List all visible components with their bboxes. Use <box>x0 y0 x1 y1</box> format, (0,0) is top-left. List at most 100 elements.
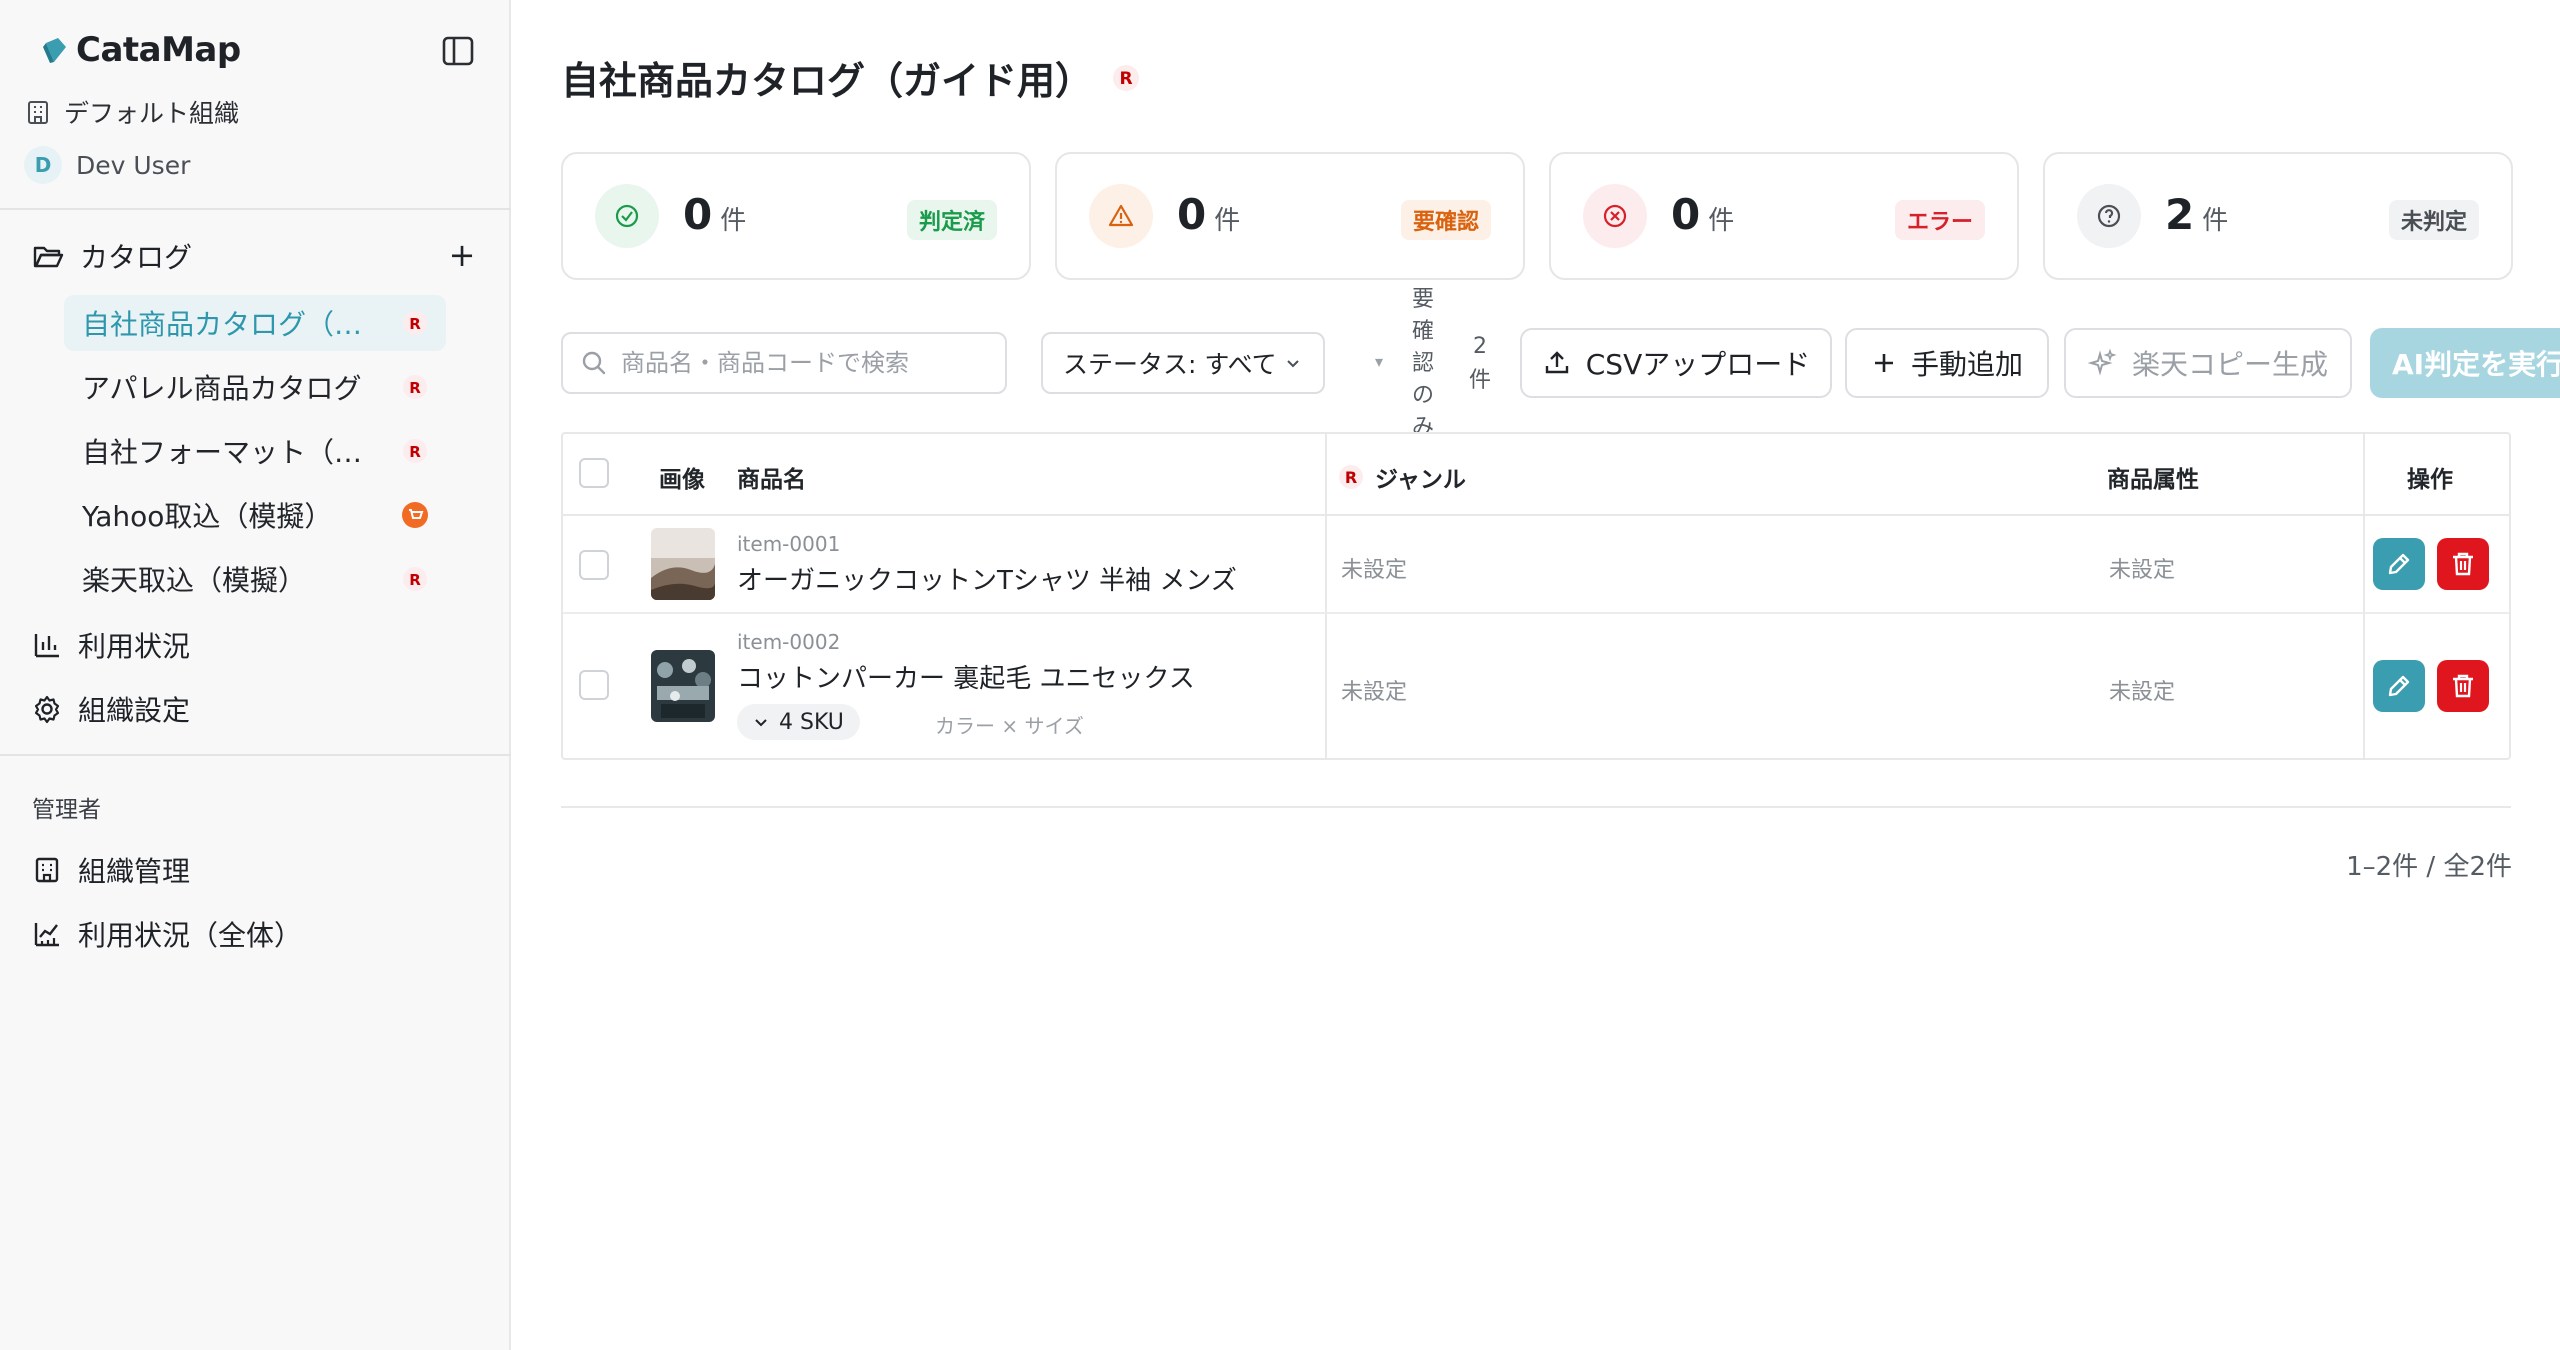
svg-text:R: R <box>1345 468 1357 487</box>
page-title-text: 自社商品カタログ（ガイド用） <box>561 59 1094 103</box>
org-switcher[interactable]: デフォルト組織 <box>24 94 239 130</box>
rakuten-badge-icon: R <box>1339 465 1363 489</box>
stat-count-value: 0 <box>1671 190 1701 239</box>
catamap-logo-icon <box>43 38 66 63</box>
th-name[interactable]: 商品名 <box>737 460 806 494</box>
brand[interactable]: CataMap <box>40 30 241 70</box>
svg-text:R: R <box>409 443 421 461</box>
table-row[interactable]: item-0002 コットンパーカー 裏起毛 ユニセックス 4 SKU カラー … <box>563 614 2509 760</box>
bar-chart-icon <box>34 634 59 658</box>
stat-unit: 件 <box>720 206 747 236</box>
needs-review-only-label[interactable]: 要確認のみ <box>1405 284 1441 434</box>
sku-expand-toggle[interactable]: 4 SKU <box>737 704 860 740</box>
nav-usage[interactable]: 利用状況 <box>32 625 190 665</box>
attributes-value: 未設定 <box>2109 680 2176 705</box>
sidebar-divider <box>0 208 511 210</box>
status-badge: 未判定 <box>2388 200 2479 240</box>
sidebar: CataMap デフォルト組織 D Dev User カタログ + 自社商品カタ… <box>0 0 511 1350</box>
stat-unit: 件 <box>1708 206 1735 236</box>
rakuten-copy-button[interactable]: 楽天コピー生成 <box>2064 328 2352 398</box>
delete-button[interactable] <box>2437 538 2489 590</box>
product-thumbnail <box>651 650 715 722</box>
th-genre-label: ジャンル <box>1375 467 1466 493</box>
question-circle-icon <box>2077 184 2141 248</box>
attributes-value: 未設定 <box>2109 558 2176 583</box>
stat-unit: 件 <box>1214 206 1241 236</box>
product-image-icon <box>651 528 715 600</box>
catalog-label: 楽天取込（模擬） <box>82 564 307 597</box>
select-all-checkbox[interactable] <box>579 458 609 488</box>
pencil-icon <box>2388 553 2410 575</box>
item-code: item-0002 <box>737 630 841 654</box>
sidebar-catalog-item[interactable]: Yahoo取込（模擬） <box>64 487 446 543</box>
nav-usage-all[interactable]: 利用状況（全体） <box>32 914 302 954</box>
sidebar-catalog-item[interactable]: アパレル商品カタログ R <box>64 359 446 415</box>
sidebar-toggle-icon[interactable] <box>440 34 476 68</box>
th-genre[interactable]: R ジャンル <box>1337 460 1466 494</box>
stat-card[interactable]: 0 件 要確認 <box>1055 152 1525 280</box>
catalog-label: 自社商品カタログ（ガイド用） <box>82 308 372 341</box>
table-footer-divider <box>561 806 2511 808</box>
upload-icon <box>1545 351 1568 374</box>
nav-org-settings-label: 組織設定 <box>78 694 191 727</box>
user-menu[interactable]: D Dev User <box>24 146 190 184</box>
search-input[interactable] <box>621 349 981 377</box>
stat-count-value: 0 <box>1177 190 1207 239</box>
item-name[interactable]: オーガニックコットンTシャツ 半袖 メンズ <box>737 560 1237 597</box>
status-filter-select[interactable]: ステータス: すべて <box>1041 332 1325 394</box>
sidebar-catalog-item[interactable]: 自社商品カタログ（ガイド用） R <box>64 295 446 351</box>
catalog-label: Yahoo取込（模擬） <box>82 500 333 533</box>
nav-catalog[interactable]: カタログ <box>32 236 192 276</box>
row-checkbox[interactable] <box>579 550 609 580</box>
app-name: CataMap <box>76 30 241 70</box>
stat-count: 2件 <box>2165 190 2228 239</box>
edit-button[interactable] <box>2373 538 2425 590</box>
search-icon <box>582 351 606 375</box>
yahoo-shopping-icon <box>402 502 428 528</box>
needs-review-toggle-icon[interactable]: ▾ <box>1375 352 1383 371</box>
stat-card[interactable]: 0 件 判定済 <box>561 152 1031 280</box>
warning-triangle-icon <box>1089 184 1153 248</box>
genre-value: 未設定 <box>1341 558 1408 583</box>
admin-heading: 管理者 <box>32 797 101 823</box>
th-actions: 操作 <box>2407 467 2453 493</box>
manual-add-button[interactable]: 手動追加 <box>1845 328 2049 398</box>
add-catalog-button[interactable]: + <box>447 239 477 271</box>
trend-chart-icon <box>34 923 59 947</box>
item-name[interactable]: コットンパーカー 裏起毛 ユニセックス <box>737 658 1195 695</box>
catalog-label: 自社フォーマット（楽天） <box>82 436 372 469</box>
sidebar-catalog-item[interactable]: 楽天取込（模擬） R <box>64 551 446 607</box>
sidebar-catalog-item[interactable]: 自社フォーマット（楽天） R <box>64 423 446 479</box>
csv-upload-button[interactable]: CSVアップロード <box>1520 328 1832 398</box>
chevron-down-icon <box>1287 360 1299 368</box>
chevron-down-icon <box>755 719 767 727</box>
sku-count: 4 SKU <box>779 709 844 735</box>
csv-upload-label: CSVアップロード <box>1585 348 1811 381</box>
nav-catalog-label: カタログ <box>80 241 193 274</box>
manual-add-label: 手動追加 <box>1910 348 2023 381</box>
ai-judge-button[interactable]: AI判定を実行 <box>2370 328 2560 398</box>
nav-org-management[interactable]: 組織管理 <box>32 850 190 890</box>
svg-text:R: R <box>409 379 421 397</box>
delete-button[interactable] <box>2437 660 2489 712</box>
rakuten-badge-icon: R <box>403 567 427 591</box>
building-icon <box>35 857 59 883</box>
status-filter-value: ステータス: すべて <box>1063 350 1277 379</box>
stat-count-value: 0 <box>683 190 713 239</box>
sparkle-icon <box>2087 348 2117 376</box>
catalog-label: アパレル商品カタログ <box>82 372 362 405</box>
stat-card[interactable]: 2 件 未判定 <box>2043 152 2513 280</box>
stat-card[interactable]: 0 件 エラー <box>1549 152 2019 280</box>
search-field[interactable] <box>561 332 1007 394</box>
sku-attributes: カラー × サイズ <box>935 714 1084 738</box>
page-title: 自社商品カタログ（ガイド用） R <box>561 50 1141 105</box>
table-row[interactable]: item-0001 オーガニックコットンTシャツ 半袖 メンズ 未設定 未設定 <box>563 516 2509 614</box>
nav-org-settings[interactable]: 組織設定 <box>32 689 190 729</box>
row-checkbox[interactable] <box>579 670 609 700</box>
th-attributes: 商品属性 <box>2107 467 2199 493</box>
edit-button[interactable] <box>2373 660 2425 712</box>
product-thumbnail <box>651 528 715 600</box>
user-name: Dev User <box>76 150 191 180</box>
main-content: 自社商品カタログ（ガイド用） R 0件判定済0件要確認0件エラー 2件 未判定 ステ… <box>513 0 2560 1350</box>
folder-open-icon <box>33 246 64 268</box>
